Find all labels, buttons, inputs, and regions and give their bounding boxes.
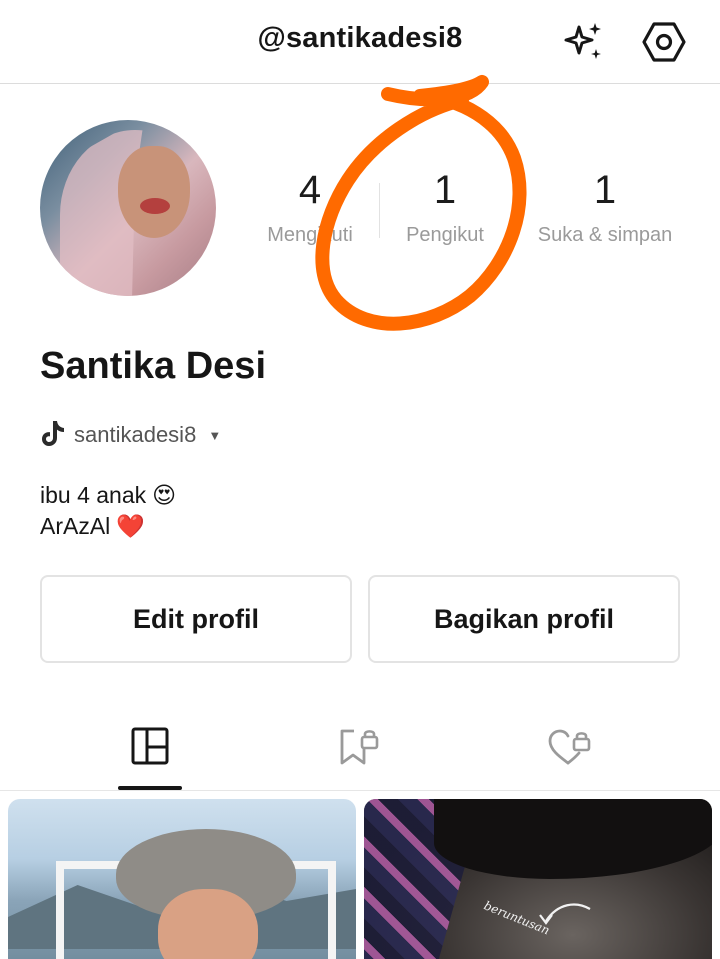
curved-arrow-icon	[539, 903, 591, 925]
tab-posts[interactable]	[118, 715, 182, 791]
profile-name: Santika Desi	[40, 345, 266, 387]
avatar[interactable]	[40, 120, 216, 296]
profile-handle: @santikadesi8	[257, 22, 463, 54]
post-thumbnail[interactable]: beruntusan	[364, 799, 712, 959]
stat-divider	[379, 183, 380, 238]
heart-eyes-emoji: 😍	[152, 482, 177, 508]
settings-icon[interactable]	[640, 18, 688, 66]
stat-following[interactable]: 4 Mengikuti	[250, 168, 370, 247]
tab-liked[interactable]	[538, 715, 602, 791]
bookmark-lock-icon	[338, 727, 382, 772]
stat-followers-label: Pengikut	[406, 224, 484, 246]
tiktok-username: santikadesi8	[74, 422, 197, 447]
bio-line-2: ArAzAl	[40, 513, 111, 539]
profile-tabs	[0, 715, 720, 791]
active-tab-indicator	[118, 786, 182, 790]
stat-likes-value: 1	[593, 168, 617, 212]
red-heart-emoji: ❤️	[116, 513, 145, 539]
tab-saved[interactable]	[328, 715, 392, 791]
edit-profile-button[interactable]: Edit profil	[40, 575, 352, 663]
stat-following-value: 4	[298, 168, 322, 212]
stat-likes-saves[interactable]: 1 Suka & simpan	[522, 168, 688, 247]
share-profile-button[interactable]: Bagikan profil	[368, 575, 680, 663]
stat-followers-value: 1	[433, 168, 457, 212]
top-bar: @santikadesi8	[0, 0, 720, 84]
stat-followers[interactable]: 1 Pengikut	[385, 168, 505, 247]
profile-bio: ibu 4 anak 😍 ArAzAl ❤️	[40, 480, 176, 542]
stat-likes-label: Suka & simpan	[537, 224, 673, 246]
stat-following-label: Mengikuti	[267, 224, 353, 246]
tiktok-account-switcher[interactable]: santikadesi8 ▼	[40, 420, 221, 450]
post-thumbnail[interactable]	[8, 799, 356, 959]
chevron-down-icon: ▼	[208, 427, 222, 443]
grid-icon	[131, 727, 169, 770]
sparkles-icon[interactable]	[560, 18, 608, 66]
bio-line-1: ibu 4 anak	[40, 482, 147, 508]
heart-lock-icon	[546, 727, 594, 772]
tiktok-icon	[40, 419, 66, 452]
